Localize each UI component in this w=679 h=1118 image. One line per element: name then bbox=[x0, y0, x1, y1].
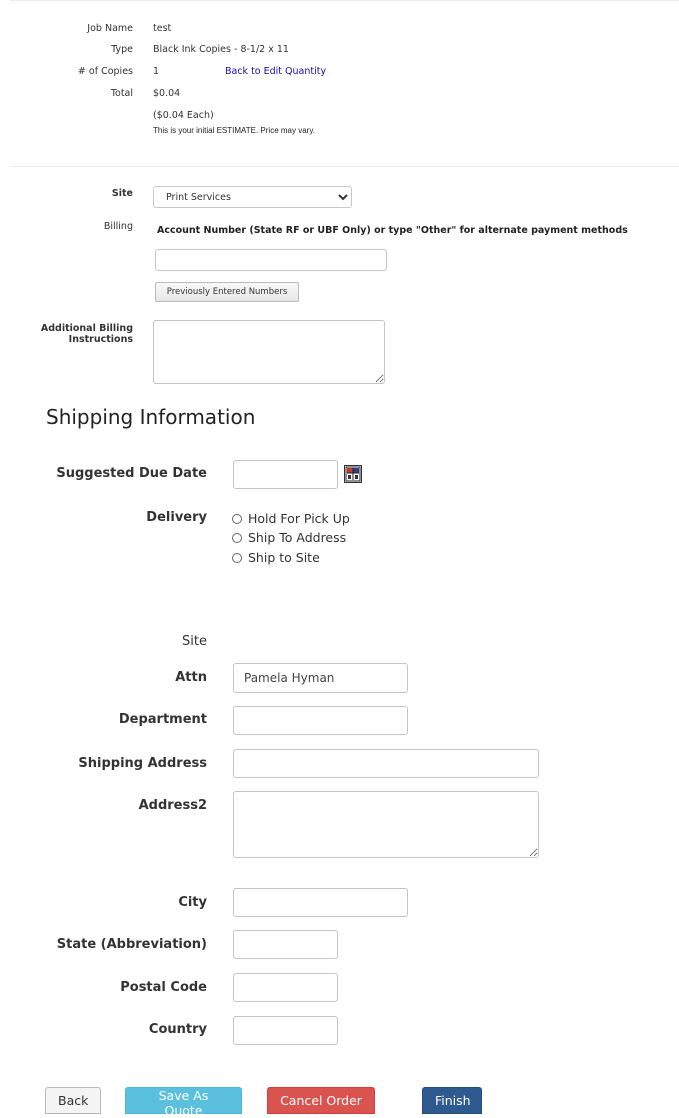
copies-value: 1 bbox=[153, 66, 160, 77]
due-date-input[interactable] bbox=[233, 460, 338, 489]
type-value: Black Ink Copies - 8-1/2 x 11 bbox=[153, 44, 289, 55]
save-as-quote-button[interactable]: Save As Quote bbox=[125, 1087, 242, 1118]
copies-label: # of Copies bbox=[77, 66, 133, 77]
due-date-label: Suggested Due Date bbox=[56, 466, 207, 481]
summary-divider bbox=[10, 166, 679, 167]
type-label: Type bbox=[111, 44, 133, 55]
job-name-value: test bbox=[153, 23, 172, 34]
attn-label: Attn bbox=[175, 670, 207, 685]
billing-label: Billing bbox=[103, 221, 133, 232]
estimate-note: This is your initial ESTIMATE. Price may… bbox=[153, 126, 315, 135]
total-label: Total bbox=[110, 88, 133, 99]
back-button[interactable]: Back bbox=[45, 1087, 101, 1114]
delivery-option-hold-for-pick-up[interactable]: Hold For Pick Up bbox=[232, 511, 350, 526]
edit-quantity-link[interactable]: Back to Edit Quantity bbox=[225, 66, 326, 77]
account-number-input[interactable] bbox=[155, 249, 387, 271]
department-input[interactable] bbox=[233, 706, 408, 735]
calendar-button[interactable] bbox=[344, 465, 362, 483]
total-value: $0.04 bbox=[153, 88, 181, 99]
site-select[interactable]: Print Services bbox=[153, 186, 352, 208]
account-number-heading: Account Number (State RF or UBF Only) or… bbox=[157, 225, 628, 236]
delivery-label: Delivery bbox=[146, 510, 207, 525]
additional-billing-label: Additional Billing Instructions bbox=[0, 323, 133, 345]
finish-button[interactable]: Finish bbox=[422, 1087, 482, 1114]
department-label: Department bbox=[118, 712, 207, 727]
country-input[interactable] bbox=[233, 1016, 338, 1045]
job-name-label: Job Name bbox=[87, 23, 133, 34]
country-label: Country bbox=[148, 1022, 207, 1037]
site-label: Site bbox=[111, 188, 133, 199]
additional-billing-label-line2: Instructions bbox=[68, 334, 133, 345]
price-each: ($0.04 Each) bbox=[153, 110, 214, 121]
radio-button[interactable] bbox=[232, 513, 242, 524]
ship-site-label: Site bbox=[182, 634, 207, 649]
shipping-address-label: Shipping Address bbox=[78, 756, 207, 771]
state-label: State (Abbreviation) bbox=[56, 937, 207, 952]
radio-button[interactable] bbox=[232, 552, 242, 563]
previously-entered-numbers-button[interactable]: Previously Entered Numbers bbox=[155, 282, 299, 302]
delivery-option-label: Ship to Site bbox=[248, 550, 320, 565]
top-divider bbox=[10, 0, 679, 1]
city-input[interactable] bbox=[233, 888, 408, 917]
postal-code-input[interactable] bbox=[233, 973, 338, 1002]
calendar-icon bbox=[345, 466, 361, 485]
address2-textarea[interactable] bbox=[233, 791, 539, 858]
delivery-option-ship-to-site[interactable]: Ship to Site bbox=[232, 550, 320, 565]
delivery-option-label: Hold For Pick Up bbox=[248, 511, 350, 526]
address2-label: Address2 bbox=[138, 798, 207, 813]
delivery-option-ship-to-address[interactable]: Ship To Address bbox=[232, 530, 346, 545]
additional-billing-label-line1: Additional Billing bbox=[40, 323, 133, 334]
shipping-address-input[interactable] bbox=[233, 749, 539, 778]
cancel-order-button[interactable]: Cancel Order bbox=[267, 1087, 375, 1114]
radio-button[interactable] bbox=[232, 532, 242, 543]
delivery-option-label: Ship To Address bbox=[248, 530, 347, 545]
additional-billing-textarea[interactable] bbox=[153, 320, 385, 384]
attn-input[interactable] bbox=[233, 663, 408, 693]
city-label: City bbox=[178, 895, 207, 910]
postal-code-label: Postal Code bbox=[120, 980, 207, 995]
state-input[interactable] bbox=[233, 930, 338, 959]
section-title: Shipping Information bbox=[46, 405, 256, 429]
